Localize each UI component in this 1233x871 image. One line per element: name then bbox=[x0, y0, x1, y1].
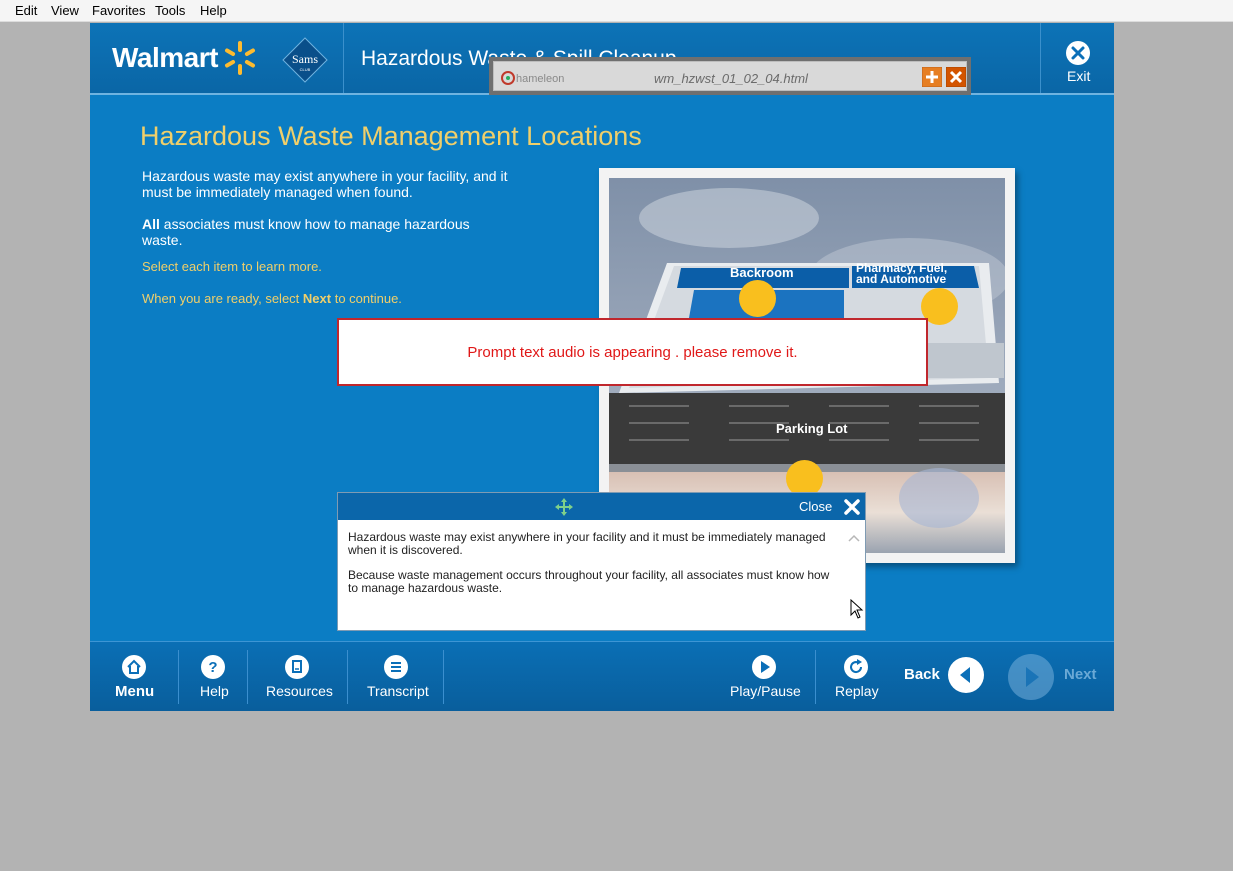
replay-icon bbox=[844, 655, 868, 679]
backroom-hotspot[interactable] bbox=[739, 280, 776, 317]
menu-label: Menu bbox=[115, 683, 155, 700]
footer-divider bbox=[247, 650, 248, 704]
close-icon[interactable] bbox=[843, 498, 861, 516]
play-icon bbox=[752, 655, 776, 679]
chameleon-file-name: wm_hzwst_01_02_04.html bbox=[654, 71, 808, 86]
menu-tools[interactable]: Tools bbox=[155, 3, 185, 18]
move-icon[interactable] bbox=[555, 498, 573, 516]
audio-prompt-warning: Prompt text audio is appearing . please … bbox=[337, 318, 928, 386]
parking-lot-label: Parking Lot bbox=[776, 421, 848, 436]
footer-divider bbox=[443, 650, 444, 704]
footer-divider bbox=[815, 650, 816, 704]
walmart-logo-text: Walmart bbox=[112, 42, 218, 73]
exit-icon[interactable] bbox=[1064, 39, 1092, 67]
menu-edit[interactable]: Edit bbox=[15, 3, 37, 18]
next-arrow-icon[interactable] bbox=[1008, 654, 1054, 700]
menu-view[interactable]: View bbox=[51, 3, 79, 18]
expand-plus-icon[interactable] bbox=[922, 67, 942, 87]
transcript-paragraph: Because waste management occurs througho… bbox=[348, 568, 830, 595]
resources-icon bbox=[285, 655, 309, 679]
svg-text:hameleon: hameleon bbox=[516, 73, 564, 85]
header-divider bbox=[343, 23, 344, 93]
footer-divider bbox=[347, 650, 348, 704]
resources-label: Resources bbox=[266, 683, 333, 699]
transcript-title-bar[interactable]: Close bbox=[338, 493, 865, 520]
help-label: Help bbox=[200, 683, 229, 699]
help-icon: ? bbox=[201, 655, 225, 679]
chameleon-logo: hameleon bbox=[501, 71, 564, 85]
svg-text:?: ? bbox=[208, 659, 217, 676]
next-instruction: When you are ready, select Next to conti… bbox=[142, 291, 402, 306]
walmart-spark-icon bbox=[225, 41, 255, 75]
transcript-button[interactable]: Transcript bbox=[367, 642, 429, 711]
transcript-paragraph: Hazardous waste may exist anywhere in yo… bbox=[348, 530, 826, 557]
audio-prompt-text: Prompt text audio is appearing . please … bbox=[467, 344, 798, 361]
footer-divider bbox=[178, 650, 179, 704]
transcript-panel: Close Hazardous waste may exist anywhere… bbox=[337, 492, 866, 631]
next-label[interactable]: Next bbox=[1064, 666, 1097, 683]
replay-button[interactable]: Replay bbox=[835, 642, 879, 711]
svg-text:CLUB: CLUB bbox=[300, 67, 311, 72]
intro-paragraph: Hazardous waste may exist anywhere in yo… bbox=[142, 168, 508, 200]
home-icon bbox=[122, 655, 146, 679]
course-player: Walmart Sams CLUB Hazardous Waste & Spil… bbox=[90, 23, 1114, 711]
chameleon-toolbar-inner: hameleon wm_hzwst_01_02_04.html bbox=[493, 61, 967, 91]
menu-help[interactable]: Help bbox=[200, 3, 227, 18]
associates-text: associates must know how to manage hazar… bbox=[142, 216, 470, 248]
transcript-close-label[interactable]: Close bbox=[799, 499, 832, 514]
select-instruction: Select each item to learn more. bbox=[142, 259, 322, 274]
emphasis-all: All bbox=[142, 216, 160, 232]
transcript-label: Transcript bbox=[367, 683, 429, 699]
scroll-up-icon[interactable] bbox=[848, 533, 860, 543]
menu-bar: Edit View Favorites Tools Help bbox=[0, 0, 1233, 22]
play-pause-label: Play/Pause bbox=[730, 683, 801, 699]
mouse-cursor-icon bbox=[850, 599, 864, 619]
menu-button[interactable]: Menu bbox=[115, 642, 155, 711]
svg-text:Sams: Sams bbox=[292, 52, 318, 66]
back-label[interactable]: Back bbox=[904, 666, 940, 683]
help-button[interactable]: ? Help bbox=[198, 642, 229, 711]
transcript-icon bbox=[384, 655, 408, 679]
chameleon-toolbar[interactable]: hameleon wm_hzwst_01_02_04.html bbox=[489, 57, 971, 95]
play-pause-button[interactable]: Play/Pause bbox=[730, 642, 801, 711]
associates-paragraph: All associates must know how to manage h… bbox=[142, 216, 512, 248]
exit-button[interactable]: Exit bbox=[1067, 68, 1090, 84]
pharmacy-label: Pharmacy, Fuel, and Automotive bbox=[856, 261, 948, 286]
transcript-body: Hazardous waste may exist anywhere in yo… bbox=[348, 531, 838, 607]
resources-button[interactable]: Resources bbox=[266, 642, 333, 711]
sams-club-logo: Sams CLUB bbox=[282, 37, 328, 83]
menu-favorites[interactable]: Favorites bbox=[92, 3, 145, 18]
replay-label: Replay bbox=[835, 683, 879, 699]
page-title: Hazardous Waste Management Locations bbox=[140, 121, 642, 151]
back-arrow-icon[interactable] bbox=[948, 657, 984, 693]
chameleon-close-icon[interactable] bbox=[946, 67, 966, 87]
backroom-label: Backroom bbox=[730, 265, 794, 280]
header-divider bbox=[1040, 23, 1041, 93]
